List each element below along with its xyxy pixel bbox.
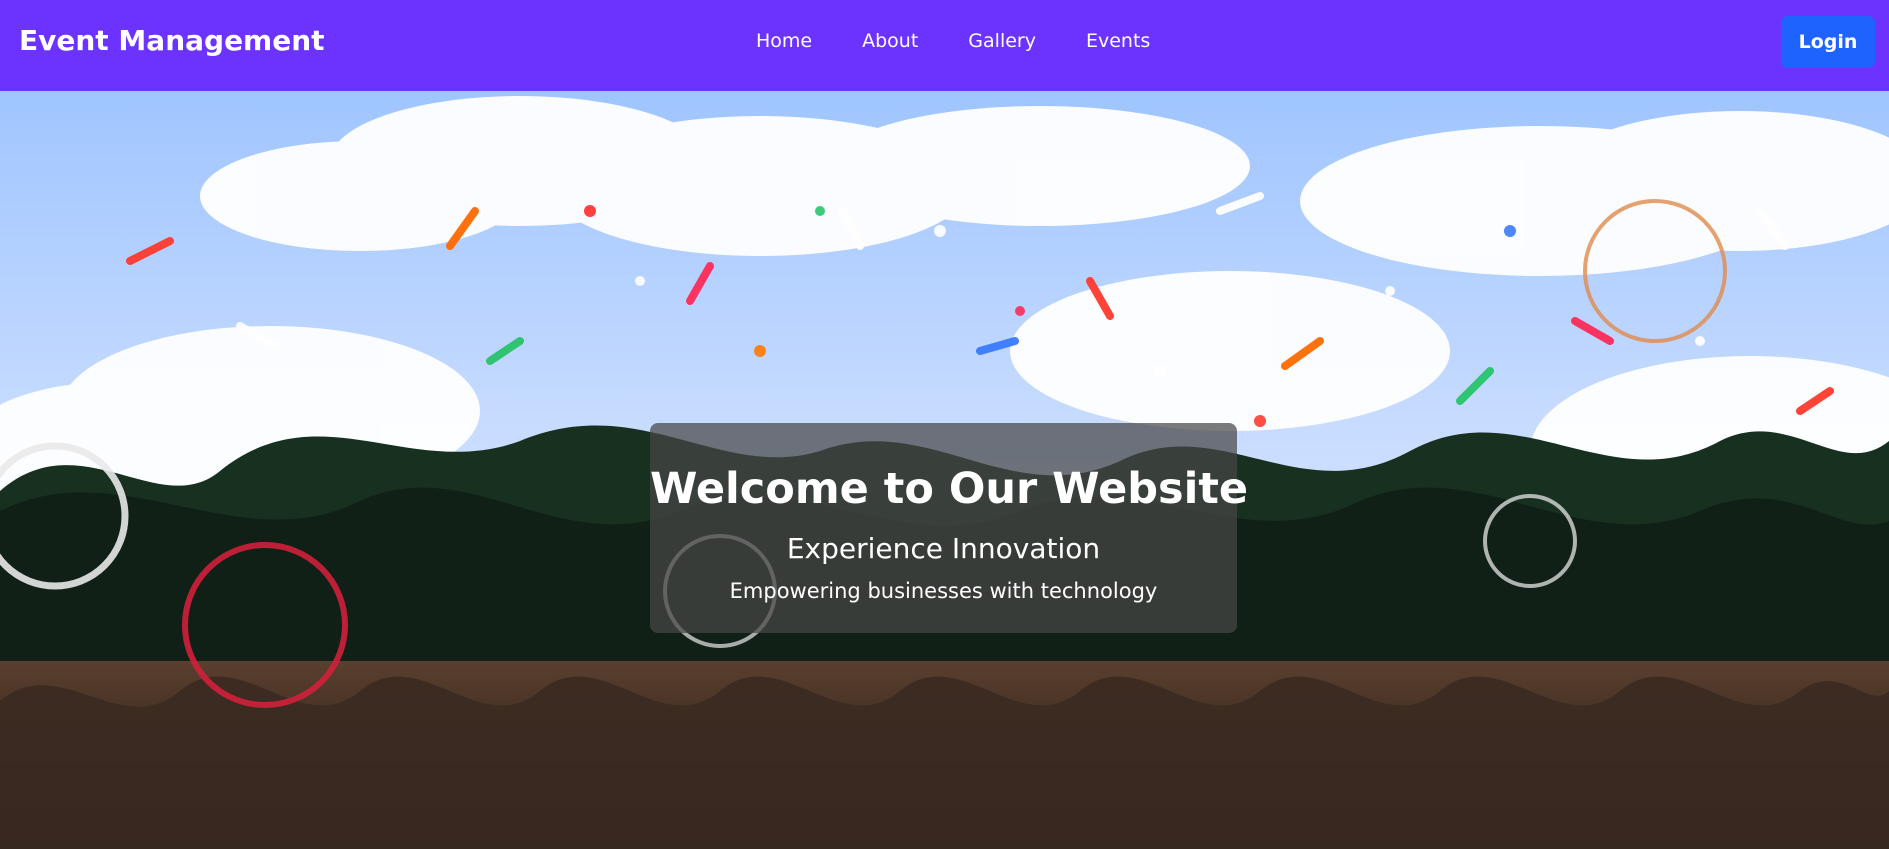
main-navigation: Home About Gallery Events xyxy=(756,30,1200,52)
nav-link-about[interactable]: About xyxy=(862,30,918,52)
brand-logo-text[interactable]: Event Management xyxy=(19,24,325,57)
hero-title: Welcome to Our Website xyxy=(650,464,1249,514)
top-navbar: Event Management Home About Gallery Even… xyxy=(0,0,1889,91)
hero-description: Empowering businesses with technology xyxy=(729,579,1158,603)
hero-section: Welcome to Our Website Experience Innova… xyxy=(0,91,1889,849)
nav-link-gallery[interactable]: Gallery xyxy=(968,30,1036,52)
hero-overlay-card: Welcome to Our Website Experience Innova… xyxy=(650,423,1249,633)
login-button[interactable]: Login xyxy=(1781,16,1875,68)
nav-link-events[interactable]: Events xyxy=(1086,30,1150,52)
hero-subtitle: Experience Innovation xyxy=(786,532,1101,565)
nav-link-home[interactable]: Home xyxy=(756,30,812,52)
